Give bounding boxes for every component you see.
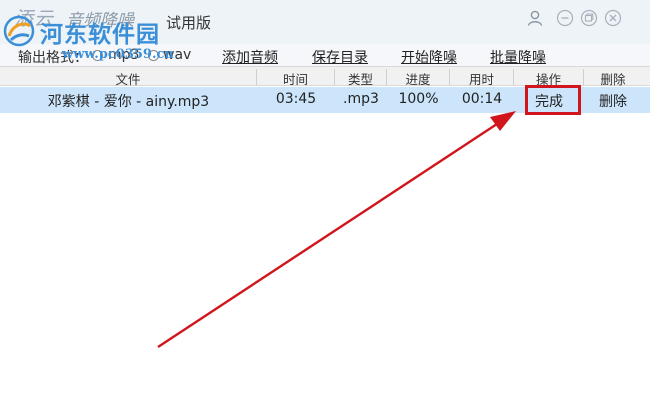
user-icon[interactable]: [526, 9, 544, 27]
watermark-site-name: 河东软件园: [40, 22, 160, 48]
column-header-time[interactable]: 时间: [257, 69, 335, 87]
add-audio-button[interactable]: 添加音频: [222, 47, 278, 67]
restore-icon[interactable]: [580, 9, 598, 27]
watermark-logo-icon: [2, 14, 36, 48]
column-header-file[interactable]: 文件: [0, 69, 257, 87]
batch-denoise-button[interactable]: 批量降噪: [490, 47, 546, 67]
start-denoise-button[interactable]: 开始降噪: [401, 47, 457, 67]
delete-row-button[interactable]: 删除: [584, 91, 642, 111]
cell-elapsed: 00:14: [461, 91, 503, 107]
minimize-icon[interactable]: [556, 9, 574, 27]
file-table-header: 文件 时间 类型 进度 用时 操作 删除: [0, 66, 650, 87]
highlight-box: [525, 85, 581, 115]
watermark-url: www.pc0359.cn: [62, 47, 174, 62]
column-header-action[interactable]: 操作: [514, 69, 584, 87]
column-header-elapsed[interactable]: 用时: [450, 69, 514, 87]
app-edition: 试用版: [166, 14, 212, 32]
cell-type: .mp3: [343, 91, 379, 107]
save-directory-button[interactable]: 保存目录: [312, 47, 368, 67]
column-header-progress[interactable]: 进度: [387, 69, 450, 87]
column-header-delete[interactable]: 删除: [584, 69, 642, 87]
close-icon[interactable]: [604, 9, 622, 27]
cell-progress: 100%: [398, 91, 439, 107]
cell-file: 邓紫棋 - 爱你 - ainy.mp3: [47, 94, 210, 110]
column-header-type[interactable]: 类型: [335, 69, 387, 87]
cell-time: 03:45: [275, 91, 317, 107]
